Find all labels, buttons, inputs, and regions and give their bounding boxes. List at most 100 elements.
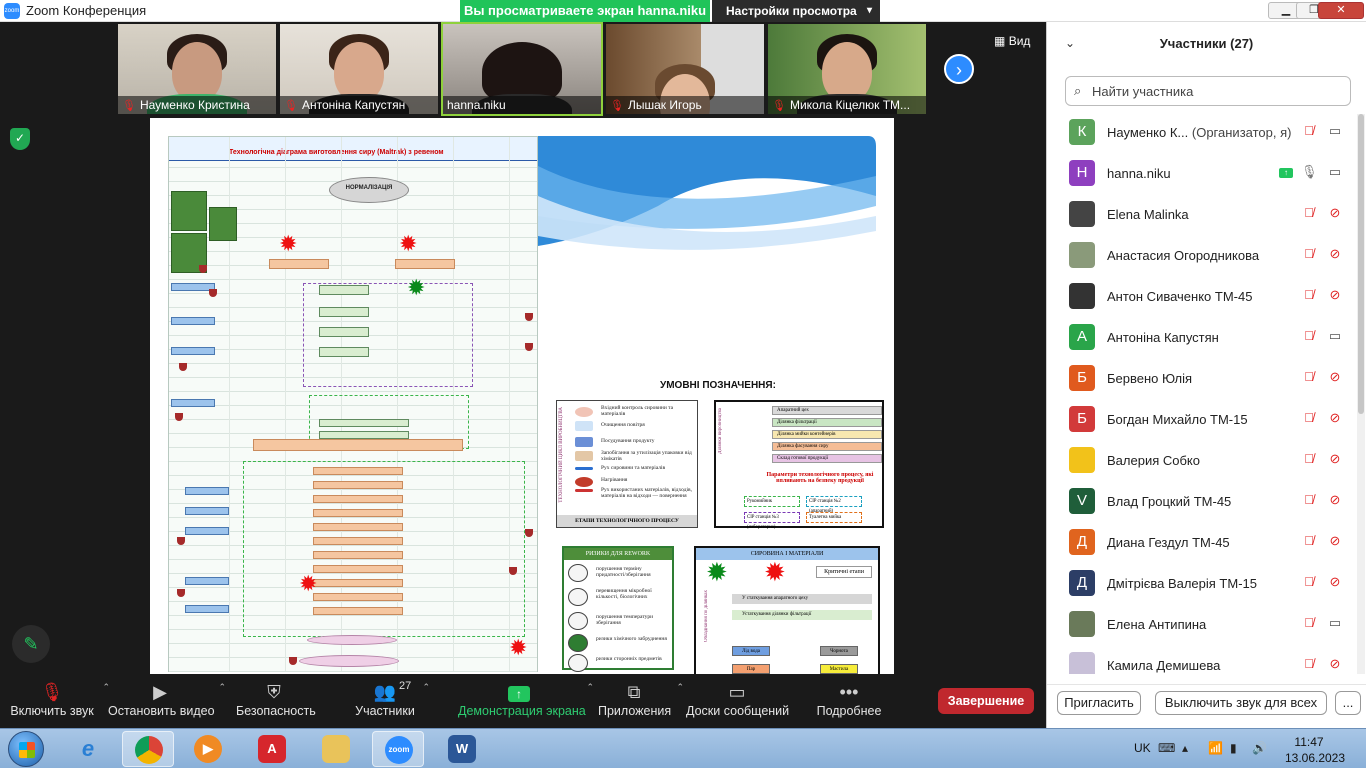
- panel-more-button[interactable]: ...: [1335, 691, 1361, 715]
- video-thumbnail[interactable]: hanna.niku: [441, 22, 603, 116]
- muted-mic-icon[interactable]: 🎙̸: [1301, 410, 1317, 428]
- video-off-icon[interactable]: ⊘: [1325, 205, 1345, 223]
- chevron-up-icon[interactable]: ⌃: [218, 682, 226, 693]
- clock-date[interactable]: 13.06.2023: [1282, 751, 1348, 765]
- video-off-icon[interactable]: ⊘: [1325, 287, 1345, 305]
- video-off-icon[interactable]: ⊘: [1325, 369, 1345, 387]
- participant-row[interactable]: Елена Антипина 🎙̸ ▭: [1047, 606, 1357, 647]
- video-thumbnail[interactable]: 🎙 Лышак Игорь: [606, 24, 764, 114]
- muted-mic-icon[interactable]: 🎙̸: [1301, 492, 1317, 510]
- video-off-icon[interactable]: ⊘: [1325, 451, 1345, 469]
- video-camera-icon[interactable]: ▭: [1325, 123, 1345, 141]
- flow-box: [185, 577, 229, 585]
- unmute-button[interactable]: 🎙 Включить звук ⌃: [8, 680, 110, 724]
- network-icon[interactable]: 📶: [1208, 741, 1223, 755]
- video-off-icon[interactable]: ⊘: [1325, 410, 1345, 428]
- invite-button[interactable]: Пригласить: [1057, 691, 1141, 715]
- scrollbar-thumb[interactable]: [1358, 114, 1364, 414]
- participant-row[interactable]: Валерия Собко 🎙̸ ⊘: [1047, 442, 1357, 483]
- security-button[interactable]: ⛨ Безопасность: [236, 680, 316, 724]
- foreign-object-icon: [568, 654, 588, 672]
- participant-row[interactable]: Elena Malinka 🎙̸ ⊘: [1047, 196, 1357, 237]
- chevron-up-icon[interactable]: ⌃: [676, 682, 684, 693]
- participant-row[interactable]: Hhanna.niku ↑ 🎙 ▭: [1047, 155, 1357, 196]
- end-meeting-button[interactable]: Завершение: [938, 688, 1034, 714]
- chevron-up-icon[interactable]: ⌃: [422, 682, 430, 693]
- muted-mic-icon[interactable]: 🎙̸: [1301, 656, 1317, 674]
- muted-mic-icon[interactable]: 🎙̸: [1301, 328, 1317, 346]
- muted-mic-icon[interactable]: 🎙̸: [1301, 205, 1317, 223]
- view-button[interactable]: ▦ Вид: [994, 34, 1030, 48]
- video-off-icon[interactable]: ⊘: [1325, 246, 1345, 264]
- chevron-up-icon[interactable]: ⌃: [586, 682, 594, 693]
- participant-row[interactable]: V Влад Гроцкий ТМ-45 🎙̸ ⊘: [1047, 483, 1357, 524]
- video-thumbnail[interactable]: 🎙 Антоніна Капустян: [280, 24, 438, 114]
- video-camera-icon[interactable]: ▭: [1325, 164, 1345, 182]
- participant-row[interactable]: К Науменко К... (Организатор, я) 🎙̸ ▭: [1047, 114, 1357, 155]
- chrome-icon[interactable]: [122, 731, 174, 767]
- apps-button[interactable]: ⧉ Приложения ⌃: [598, 680, 684, 724]
- shield-icon: ⛨: [267, 682, 281, 702]
- muted-mic-icon[interactable]: 🎙̸: [1301, 369, 1317, 387]
- chevron-down-icon: ▾: [866, 5, 872, 16]
- flow-box: [269, 259, 329, 269]
- zoom-icon[interactable]: zoom: [372, 731, 424, 767]
- start-button[interactable]: [8, 731, 44, 767]
- video-off-icon[interactable]: ⊘: [1325, 533, 1345, 551]
- legend-title: УМОВНІ ПОЗНАЧЕННЯ:: [660, 380, 776, 391]
- media-player-icon[interactable]: ▶: [182, 731, 234, 767]
- annotate-pencil-button[interactable]: ✎: [12, 625, 50, 663]
- close-button[interactable]: ✕: [1318, 2, 1364, 19]
- video-camera-icon[interactable]: ▭: [1325, 615, 1345, 633]
- participant-name: hanna.niku: [1107, 166, 1171, 181]
- volume-icon[interactable]: 🔊: [1252, 741, 1267, 755]
- stop-video-button[interactable]: ▶ Остановить видео ⌃: [108, 680, 226, 724]
- participant-row[interactable]: А Антоніна Капустян 🎙̸ ▭: [1047, 319, 1357, 360]
- video-off-icon[interactable]: ⊘: [1325, 574, 1345, 592]
- muted-mic-icon[interactable]: 🎙̸: [1301, 246, 1317, 264]
- power-icon[interactable]: ▮: [1230, 741, 1237, 755]
- muted-mic-icon[interactable]: 🎙̸: [1301, 533, 1317, 551]
- muted-mic-icon[interactable]: 🎙̸: [1301, 123, 1317, 141]
- share-screen-button[interactable]: ↑ Демонстрация экрана ⌃: [458, 680, 594, 724]
- ie-icon[interactable]: e: [62, 731, 114, 767]
- participant-row[interactable]: Д Дмітрієва Валерія ТМ-15 🎙̸ ⊘: [1047, 565, 1357, 606]
- muted-mic-icon[interactable]: 🎙̸: [1301, 287, 1317, 305]
- system-tray: UK ⌨ ▴ 📶 ▮ 🔊 11:47 13.06.2023: [1126, 729, 1366, 768]
- participant-row[interactable]: Анастасия Огородникова 🎙̸ ⊘: [1047, 237, 1357, 278]
- explorer-icon[interactable]: [310, 731, 362, 767]
- mic-icon[interactable]: 🎙: [1301, 164, 1318, 182]
- encryption-shield-icon[interactable]: ✓: [10, 128, 30, 150]
- whiteboards-button[interactable]: ▭ Доски сообщений: [686, 680, 789, 724]
- participants-scrollbar[interactable]: [1357, 114, 1365, 674]
- muted-mic-icon[interactable]: 🎙̸: [1301, 574, 1317, 592]
- search-input[interactable]: [1092, 81, 1342, 101]
- participant-name: Бервено Юлія: [1107, 371, 1193, 386]
- flow-box: [395, 259, 455, 269]
- legend-cell: CIP станція №3 (лабораторна): [744, 512, 800, 530]
- muted-mic-icon[interactable]: 🎙̸: [1301, 451, 1317, 469]
- mute-all-button[interactable]: Выключить звук для всех: [1155, 691, 1327, 715]
- view-options-button[interactable]: Настройки просмотра ▾: [712, 0, 880, 22]
- show-hidden-icons[interactable]: ▴: [1182, 741, 1188, 755]
- participant-row[interactable]: Д Диана Гездул ТМ-45 🎙̸ ⊘: [1047, 524, 1357, 565]
- keyboard-icon[interactable]: ⌨: [1158, 741, 1175, 755]
- pdf-icon[interactable]: A: [246, 731, 298, 767]
- language-indicator[interactable]: UK: [1134, 741, 1151, 755]
- participant-row[interactable]: Б Бервено Юлія 🎙̸ ⊘: [1047, 360, 1357, 401]
- participant-search[interactable]: ⌕: [1065, 76, 1351, 106]
- muted-mic-icon[interactable]: 🎙̸: [1301, 615, 1317, 633]
- video-off-icon[interactable]: ⊘: [1325, 492, 1345, 510]
- clock-time[interactable]: 11:47: [1282, 735, 1336, 749]
- participants-button[interactable]: 👥 27 Участники ⌃: [354, 680, 430, 724]
- video-camera-icon[interactable]: ▭: [1325, 328, 1345, 346]
- next-thumbnails-button[interactable]: ›: [944, 54, 974, 84]
- video-off-icon[interactable]: ⊘: [1325, 656, 1345, 674]
- participant-row[interactable]: Камила Демишева 🎙̸ ⊘: [1047, 647, 1357, 674]
- word-icon[interactable]: W: [436, 731, 488, 767]
- more-button[interactable]: ••• Подробнее: [804, 680, 894, 724]
- video-thumbnail[interactable]: 🎙 Науменко Кристина: [118, 24, 276, 114]
- participant-row[interactable]: Б Богдан Михайло ТМ-15 🎙̸ ⊘: [1047, 401, 1357, 442]
- participant-row[interactable]: Антон Сиваченко ТМ-45 🎙̸ ⊘: [1047, 278, 1357, 319]
- video-thumbnail[interactable]: 🎙 Микола Кіцелюк ТМ...: [768, 24, 926, 114]
